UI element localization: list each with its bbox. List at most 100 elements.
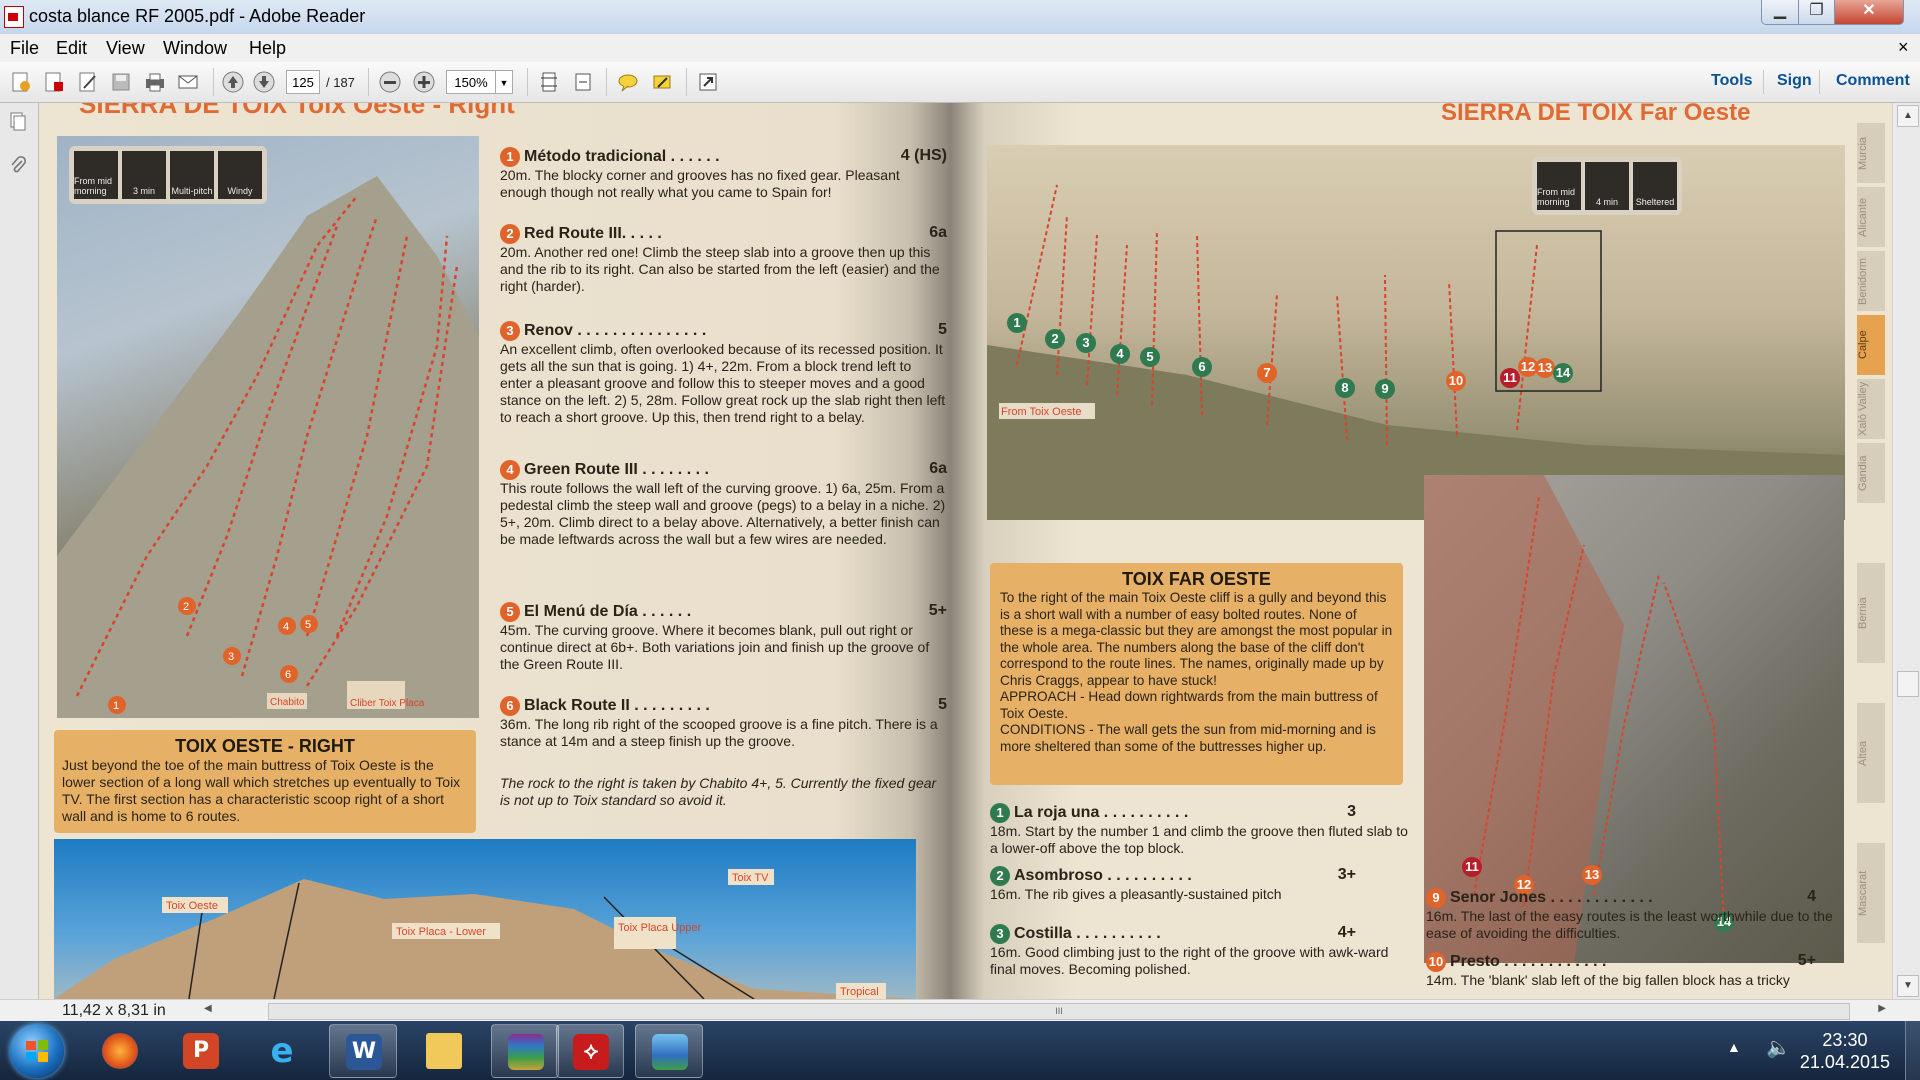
menu-edit[interactable]: Edit	[56, 38, 87, 59]
horizontal-scrollbar[interactable]: ◀ III ▶	[200, 1002, 1890, 1020]
prev-page-icon[interactable]	[221, 70, 245, 94]
highlight-icon[interactable]	[650, 70, 674, 94]
page-number-input[interactable]: 125	[286, 70, 320, 94]
route-item: 3 Costilla . . . . . . . . . . 4+ 16m. Go…	[990, 924, 1410, 984]
tools-button[interactable]: Tools	[1711, 72, 1752, 90]
scroll-right-icon[interactable]: ▶	[1878, 1003, 1886, 1014]
menu-window[interactable]: Window	[163, 38, 227, 59]
save-icon[interactable]	[109, 70, 133, 94]
vertical-scrollbar[interactable]: ▲ ▼	[1892, 103, 1920, 999]
walk-icon: 4 min	[1585, 162, 1629, 210]
page-dimensions: 11,42 x 8,31 in	[62, 1002, 166, 1019]
zoom-in-icon[interactable]	[412, 70, 436, 94]
route-grade: 4+	[1337, 924, 1356, 941]
route-number: 4	[283, 621, 289, 633]
clock[interactable]: 23:30 21.04.2015	[1800, 1029, 1890, 1073]
route-marker: 5	[1140, 347, 1160, 367]
volume-icon[interactable]: 🔈	[1766, 1035, 1791, 1060]
region-tab: Bernia	[1857, 563, 1885, 663]
map-label: Toix Placa - Lower	[396, 926, 486, 938]
region-tab: Benidorm	[1857, 251, 1885, 311]
powerpoint-taskbar-icon[interactable]: P	[167, 1024, 235, 1078]
zoom-out-icon[interactable]	[378, 70, 402, 94]
route-marker: 10	[1446, 371, 1466, 391]
page-total: / 187	[326, 75, 355, 90]
route-number: 1	[990, 803, 1010, 823]
right-route-list-a: 1 La roja una . . . . . . . . . . 3 18m. …	[990, 803, 1410, 999]
maximize-button[interactable]: ❐	[1798, 0, 1835, 25]
route-name: Renov . . . . . . . . . . . . . . .	[524, 322, 707, 340]
route-item: 6 Black Route II . . . . . . . . . 5 36m.…	[500, 696, 947, 758]
menu-help[interactable]: Help	[249, 38, 286, 59]
menu-file[interactable]: File	[10, 38, 39, 59]
word-taskbar-icon[interactable]: W	[329, 1024, 397, 1078]
photo-viewer-taskbar-icon[interactable]	[635, 1024, 703, 1078]
internet-explorer-taskbar-icon[interactable]: e	[248, 1024, 316, 1078]
scroll-left-icon[interactable]: ◀	[204, 1003, 212, 1014]
tray-expand-icon[interactable]: ▲	[1727, 1039, 1741, 1055]
route-description: 16m. The last of the easy routes is the …	[1426, 908, 1833, 941]
route-grade: 3	[1347, 803, 1356, 820]
route-item: 3 Renov . . . . . . . . . . . . . . . 5 A…	[500, 321, 947, 451]
winrar-taskbar-icon[interactable]	[491, 1024, 559, 1078]
route-description: This route follows the wall left of the …	[500, 480, 946, 547]
fit-page-icon[interactable]	[537, 70, 561, 94]
edit-icon[interactable]	[76, 70, 100, 94]
overview-map-photo: Toix Oeste Toix Placa - Lower Toix Placa…	[54, 839, 916, 999]
region-tab: Gandia	[1857, 443, 1885, 503]
explorer-taskbar-icon[interactable]	[410, 1024, 478, 1078]
route-item: 9 Senor Jones . . . . . . . . . . . . 4 1…	[1426, 888, 1836, 948]
route-marker: 3	[1076, 333, 1096, 353]
page-thumbnails-icon[interactable]	[8, 111, 28, 131]
create-pdf-icon[interactable]	[9, 70, 33, 94]
toix-oeste-right-box: TOIX OESTE - RIGHT Just beyond the toe o…	[54, 730, 476, 833]
map-label: Toix Placa Upper	[618, 922, 701, 934]
fullscreen-icon[interactable]	[696, 70, 720, 94]
route-description: 16m. Good climbing just to the right of …	[990, 944, 1389, 977]
menu-view[interactable]: View	[106, 38, 145, 59]
print-icon[interactable]	[143, 70, 167, 94]
map-label: Toix Oeste	[166, 900, 218, 912]
route-name: Método tradicional . . . . . .	[524, 148, 720, 166]
horizontal-scroll-thumb[interactable]: III	[268, 1003, 1850, 1020]
route-grade: 3+	[1337, 866, 1356, 883]
email-icon[interactable]	[176, 70, 200, 94]
route-description: An excellent climb, often overlooked bec…	[500, 341, 946, 425]
route-description: 16m. The rib gives a pleasantly-sustaine…	[990, 886, 1282, 902]
link-divider	[1763, 70, 1764, 94]
acrobat-taskbar-icon[interactable]: ⟡	[556, 1024, 624, 1078]
zoom-input[interactable]: 150%	[446, 70, 496, 94]
left-route-list: 1 Método tradicional . . . . . . 4 (HS) 2…	[500, 147, 947, 749]
route-description: 20m. Another red one! Climb the steep sl…	[500, 244, 940, 294]
close-button[interactable]: ✕	[1834, 0, 1904, 25]
region-tab: Altea	[1857, 703, 1885, 803]
minimize-button[interactable]: ▁	[1761, 0, 1799, 25]
route-marker: 1	[1007, 313, 1027, 333]
close-document-icon[interactable]: ×	[1898, 37, 1909, 58]
route-item: 2 Asombroso . . . . . . . . . . 3+ 16m. T…	[990, 866, 1410, 910]
document-viewer[interactable]: SIERRA DE TOIX Toix Oeste - Right SIERRA…	[39, 103, 1892, 999]
show-desktop-button[interactable]	[1905, 1021, 1920, 1080]
convert-pdf-icon[interactable]	[42, 70, 66, 94]
start-button[interactable]	[10, 1024, 64, 1078]
vertical-scroll-thumb[interactable]	[1897, 671, 1919, 697]
map-label: Toix TV	[732, 872, 769, 884]
photo-label-from-toix-oeste: From Toix Oeste	[1001, 406, 1082, 418]
attachments-paperclip-icon[interactable]	[8, 155, 28, 175]
right-crag-photo: From Toix Oeste From mid morning 4 min S…	[987, 145, 1845, 520]
scroll-down-icon[interactable]: ▼	[1897, 975, 1919, 997]
status-bar: 11,42 x 8,31 in ◀ III ▶	[0, 999, 1920, 1022]
scroll-up-icon[interactable]: ▲	[1897, 105, 1919, 127]
route-name: Red Route III. . . . .	[524, 225, 662, 243]
next-page-icon[interactable]	[252, 70, 276, 94]
fit-width-icon[interactable]	[571, 70, 595, 94]
sign-button[interactable]: Sign	[1777, 72, 1812, 90]
zoom-dropdown-chevron-down-icon[interactable]: ▼	[495, 70, 513, 94]
comment-icon[interactable]	[616, 70, 640, 94]
firefox-taskbar-icon[interactable]	[86, 1024, 154, 1078]
comment-button[interactable]: Comment	[1836, 72, 1910, 90]
left-page-note: The rock to the right is taken by Chabit…	[500, 775, 937, 808]
adobe-reader-icon[interactable]	[4, 6, 24, 28]
title-bar: costa blance RF 2005.pdf - Adobe Reader …	[0, 0, 1920, 34]
toolbar: 125 / 187 150% ▼ Tools Sign Comment	[0, 62, 1920, 103]
